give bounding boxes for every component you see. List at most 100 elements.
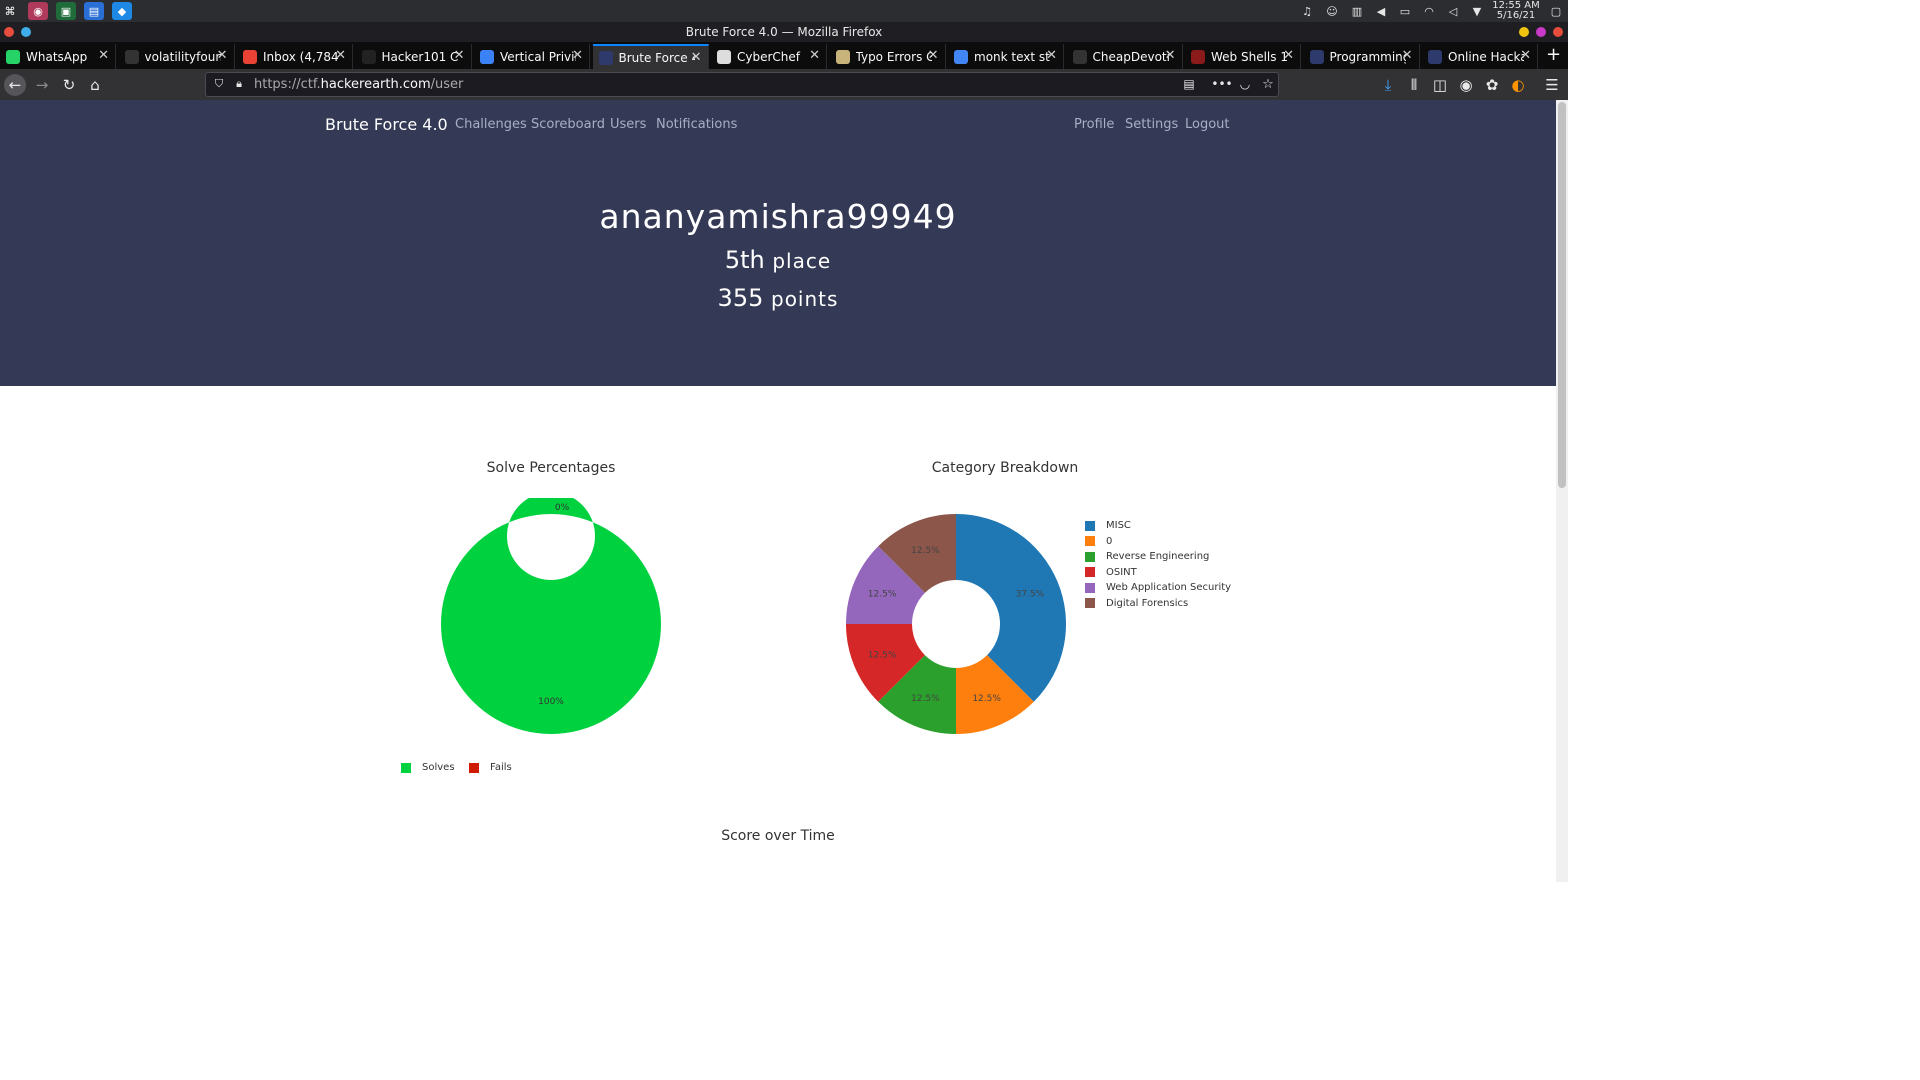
- tab-label: Programming: [1329, 49, 1406, 64]
- extension-icon[interactable]: ✿: [1481, 74, 1503, 96]
- forward-button[interactable]: →: [31, 74, 53, 96]
- tab-close-icon[interactable]: ✕: [1283, 48, 1294, 63]
- legend-label: Fails: [490, 762, 512, 773]
- nav-logout[interactable]: Logout: [1185, 117, 1230, 132]
- browser-tab[interactable]: Inbox (4,784) ✕: [237, 44, 353, 69]
- nav-users[interactable]: Users: [610, 117, 646, 132]
- tab-close-icon[interactable]: ✕: [454, 48, 465, 63]
- browser-tab[interactable]: Hacker101 CT ✕: [356, 44, 472, 69]
- profile-header: Brute Force 4.0 Challenges Scoreboard Us…: [0, 100, 1556, 386]
- tab-close-icon[interactable]: ✕: [335, 48, 346, 63]
- pocket-icon[interactable]: ◡: [1234, 73, 1256, 95]
- downloads-icon[interactable]: ⤓: [1377, 74, 1399, 96]
- new-tab-button[interactable]: +: [1546, 44, 1561, 65]
- legend-item[interactable]: OSINT: [1085, 567, 1137, 578]
- browser-tab[interactable]: Brute Force 4 ✕: [592, 44, 709, 69]
- bookmark-star-icon[interactable]: ☆: [1257, 73, 1279, 95]
- legend-item[interactable]: Solves: [401, 762, 455, 773]
- battery-icon[interactable]: ▭: [1398, 4, 1412, 18]
- wifi-icon[interactable]: ◠: [1422, 4, 1436, 18]
- scrollbar-thumb[interactable]: [1558, 102, 1566, 488]
- legend-item[interactable]: Reverse Engineering: [1085, 551, 1209, 562]
- legend-swatch: [1085, 520, 1095, 531]
- browser-tab[interactable]: WhatsApp ✕: [0, 44, 116, 69]
- legend-item[interactable]: MISC: [1085, 520, 1131, 531]
- browser-tab[interactable]: Web Shells 1C✕: [1185, 44, 1301, 69]
- reload-button[interactable]: ↻: [58, 74, 80, 96]
- category-breakdown-chart[interactable]: 37.5% 12.5% 12.5% 12.5% 12.5% 12.5%: [806, 498, 1106, 768]
- account-icon[interactable]: ◉: [1455, 74, 1477, 96]
- window-close-button[interactable]: [1553, 27, 1563, 37]
- nav-profile[interactable]: Profile: [1074, 117, 1114, 132]
- vscode-taskbar-icon[interactable]: ◆: [112, 2, 132, 20]
- firefox-extension-icon[interactable]: ◐: [1507, 74, 1529, 96]
- legend-item[interactable]: Fails: [469, 762, 512, 773]
- legend-item[interactable]: 0: [1085, 536, 1112, 547]
- terminal-taskbar-icon[interactable]: ▣: [56, 2, 76, 20]
- solve-percentages-chart[interactable]: 100% 0%: [401, 498, 701, 768]
- tracking-shield-icon[interactable]: ⛉: [208, 73, 230, 95]
- page-actions-icon[interactable]: •••: [1211, 73, 1233, 95]
- speaker-icon[interactable]: ◁: [1446, 4, 1460, 18]
- window-maximize-button[interactable]: [1536, 27, 1546, 37]
- clipboard-icon[interactable]: ▥: [1350, 4, 1364, 18]
- tab-close-icon[interactable]: ✕: [98, 48, 109, 63]
- app-menu-icon[interactable]: ⌘: [0, 2, 20, 20]
- show-desktop-icon[interactable]: ▢: [1549, 4, 1563, 18]
- user-icon[interactable]: ☺: [1325, 4, 1339, 18]
- os-top-panel: ⌘ ◉ ▣ ▤ ◆ ♫ ☺ ▥ ◀ ▭ ◠ ◁ ▼ 12:55 AM 5/16/…: [0, 0, 1568, 22]
- tab-close-icon[interactable]: ✕: [572, 48, 583, 63]
- tab-favicon-icon: [835, 49, 850, 64]
- nav-scoreboard[interactable]: Scoreboard: [531, 117, 605, 132]
- url-bar[interactable]: ⛉ 🔒︎ https://ctf.hackerearth.com/user ▤ …: [205, 72, 1279, 97]
- nav-notifications[interactable]: Notifications: [656, 117, 737, 132]
- tab-close-icon[interactable]: ✕: [691, 50, 702, 65]
- lock-icon[interactable]: 🔒︎: [228, 73, 250, 95]
- tab-label: WhatsApp: [26, 49, 88, 64]
- tab-favicon-icon: [1072, 49, 1087, 64]
- legend-label: 0: [1106, 535, 1113, 547]
- browser-tab[interactable]: monk text ste ✕: [948, 44, 1064, 69]
- nav-challenges[interactable]: Challenges: [455, 117, 527, 132]
- volume-icon[interactable]: ◀: [1374, 4, 1388, 18]
- legend-item[interactable]: Web Application Security: [1085, 582, 1231, 593]
- tab-close-icon[interactable]: ✕: [928, 48, 939, 63]
- browser-tab[interactable]: CheapDevotio✕: [1067, 44, 1183, 69]
- legend-swatch: [1085, 582, 1095, 593]
- tab-close-icon[interactable]: ✕: [1520, 48, 1531, 63]
- browser-tab[interactable]: CyberChef ✕: [711, 44, 827, 69]
- window-minimize-button[interactable]: [1519, 27, 1529, 37]
- tab-close-icon[interactable]: ✕: [1046, 48, 1057, 63]
- browser-tab[interactable]: Typo Errors G ✕: [830, 44, 946, 69]
- home-button[interactable]: ⌂: [84, 74, 106, 96]
- tab-close-icon[interactable]: ✕: [1165, 48, 1176, 63]
- tab-close-icon[interactable]: ✕: [1402, 48, 1413, 63]
- legend-label: Reverse Engineering: [1106, 551, 1210, 562]
- back-button[interactable]: ←: [4, 74, 26, 96]
- files-taskbar-icon[interactable]: ▤: [84, 2, 104, 20]
- tab-label: Online Hacka: [1448, 49, 1524, 64]
- page-scrollbar[interactable]: [1556, 100, 1568, 882]
- browser-tab[interactable]: Online Hacka ✕: [1422, 44, 1538, 69]
- browser-tab[interactable]: Programming ✕: [1304, 44, 1420, 69]
- slice-percent-label: 12.5%: [972, 694, 1001, 704]
- notifications-icon[interactable]: ♫: [1300, 4, 1314, 18]
- legend-swatch: [1085, 567, 1095, 577]
- reader-view-icon[interactable]: ▤: [1178, 73, 1200, 95]
- hamburger-menu-icon[interactable]: ☰: [1541, 74, 1563, 96]
- library-icon[interactable]: ⫴: [1403, 74, 1425, 96]
- legend-label: Solves: [422, 762, 455, 773]
- score-over-time-title: Score over Time: [721, 828, 835, 844]
- tab-close-icon[interactable]: ✕: [809, 48, 820, 63]
- tab-favicon-icon: [598, 50, 613, 65]
- chevron-down-icon[interactable]: ▼: [1470, 4, 1484, 18]
- tab-close-icon[interactable]: ✕: [217, 48, 228, 63]
- nav-settings[interactable]: Settings: [1125, 117, 1178, 132]
- sidebar-icon[interactable]: ◫: [1429, 74, 1451, 96]
- browser-tab[interactable]: Vertical Privile✕: [474, 44, 590, 69]
- firefox-taskbar-icon[interactable]: ◉: [28, 2, 48, 20]
- browser-tab[interactable]: volatilityfoun ✕: [119, 44, 235, 69]
- os-clock[interactable]: 12:55 AM 5/16/21: [1488, 1, 1544, 21]
- legend-item[interactable]: Digital Forensics: [1085, 598, 1188, 609]
- site-brand[interactable]: Brute Force 4.0: [325, 115, 448, 134]
